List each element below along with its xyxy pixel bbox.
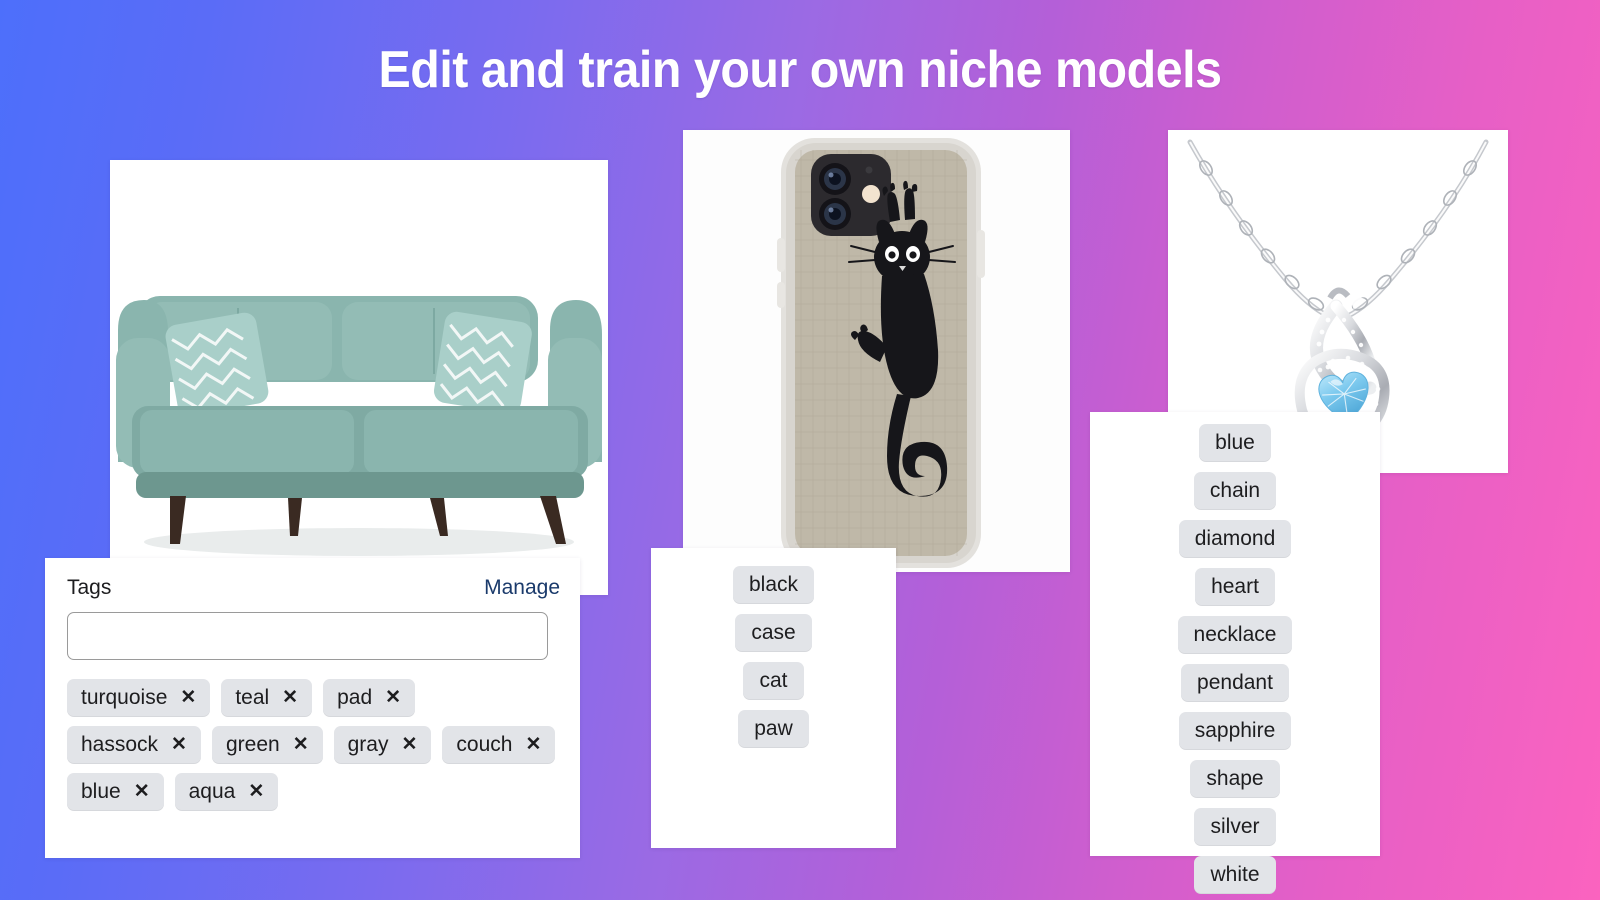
tag-label: blue [81,780,121,803]
sofa-image [110,160,608,595]
tag-label: hassock [81,733,159,756]
tag-label: couch [456,733,513,756]
phone-case-image [683,130,1070,572]
tag-chip[interactable]: case [735,614,812,652]
page-title: Edit and train your own niche models [378,41,1222,99]
tag-chip[interactable]: silver [1194,808,1276,846]
tag-label: pendant [1197,671,1273,694]
tag-chip[interactable]: hassock ✕ [67,726,201,764]
tag-input[interactable] [67,612,548,660]
product-image-card-phone-case[interactable] [683,130,1070,572]
tag-label: pad [337,686,373,709]
tag-chip[interactable]: blue [1199,424,1271,462]
tag-label: black [748,573,799,596]
tag-list-necklace: blue chain diamond heart necklace pendan… [1090,424,1380,894]
tag-label: aqua [188,780,236,803]
tag-label: shape [1206,767,1264,790]
tag-chip[interactable]: couch ✕ [442,726,556,764]
tag-chip[interactable]: white [1194,856,1276,894]
tag-label: gray [347,733,389,756]
remove-tag-icon[interactable]: ✕ [525,735,541,754]
remove-tag-icon[interactable]: ✕ [248,782,264,801]
tags-panel-header: Tags Manage [67,576,560,600]
tag-chip[interactable]: aqua ✕ [174,773,279,811]
tag-chip[interactable]: necklace [1177,616,1293,654]
tag-list-phone-case: black case cat paw [651,566,896,748]
tag-chip[interactable]: paw [738,710,809,748]
tag-label: case [751,621,796,644]
tag-chip[interactable]: teal ✕ [221,679,313,717]
tag-chip[interactable]: cat [743,662,804,700]
tag-chip[interactable]: sapphire [1178,712,1292,750]
tag-label: turquoise [81,686,168,709]
tag-label: heart [1211,575,1259,598]
manage-tags-link[interactable]: Manage [484,576,560,600]
tag-label: cat [759,669,788,692]
tags-panel-sofa: Tags Manage turquoise ✕ teal ✕ pad ✕ has… [45,558,580,858]
remove-tag-icon[interactable]: ✕ [134,782,150,801]
remove-tag-icon[interactable]: ✕ [180,688,196,707]
tag-label: chain [1209,479,1261,502]
tags-label: Tags [67,576,112,599]
tag-chip[interactable]: black [732,566,815,604]
tag-chip[interactable]: diamond [1178,520,1292,558]
tag-chip[interactable]: chain [1193,472,1277,510]
tag-label: sapphire [1194,719,1276,742]
remove-tag-icon[interactable]: ✕ [282,688,298,707]
tag-chip[interactable]: shape [1190,760,1280,798]
remove-tag-icon[interactable]: ✕ [401,735,417,754]
product-image-card-sofa[interactable] [110,160,608,595]
tag-label: teal [235,686,270,709]
tag-label: diamond [1194,527,1276,550]
tags-panel-phone-case: black case cat paw [651,548,896,848]
remove-tag-icon[interactable]: ✕ [293,735,309,754]
tag-label: blue [1215,431,1255,454]
remove-tag-icon[interactable]: ✕ [171,735,187,754]
tag-label: white [1210,863,1260,886]
tag-chip[interactable]: blue ✕ [67,773,164,811]
tag-chip[interactable]: heart [1195,568,1275,606]
tag-chip[interactable]: green ✕ [211,726,323,764]
tag-chip[interactable]: pendant [1181,664,1289,702]
tag-label: paw [754,717,793,740]
tags-panel-necklace: blue chain diamond heart necklace pendan… [1090,412,1380,894]
tag-chip[interactable]: pad ✕ [323,679,416,717]
tag-label: green [225,733,280,756]
remove-tag-icon[interactable]: ✕ [385,688,401,707]
tag-chip[interactable]: gray ✕ [333,726,432,764]
tag-chip[interactable]: turquoise ✕ [67,679,211,717]
tag-label: silver [1210,815,1260,838]
tag-label: necklace [1193,623,1277,646]
tag-list-sofa: turquoise ✕ teal ✕ pad ✕ hassock ✕ green… [67,679,560,811]
